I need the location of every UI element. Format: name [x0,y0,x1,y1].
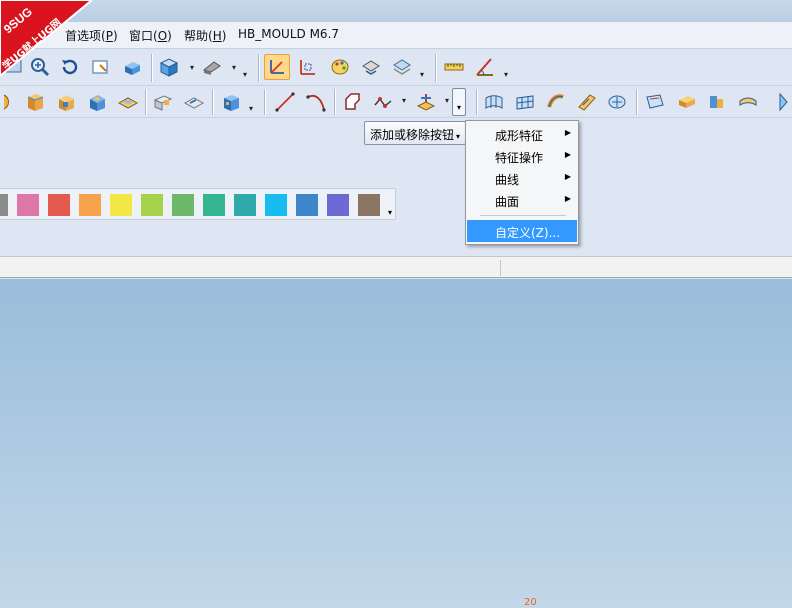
chevron-right-icon: ▶ [564,128,571,137]
toolbar-separator [636,89,637,115]
render-style-icon[interactable] [156,54,182,80]
extension-icon[interactable] [704,89,730,115]
csys-icon[interactable] [264,54,290,80]
chevron-down-icon: ▾ [456,132,461,141]
color-swatch[interactable] [327,194,349,216]
toolbar-submenu: 成形特征 ▶ 特征操作 ▶ 曲线 ▶ 曲面 ▶ 自定义(Z)... [465,120,579,245]
sew-icon[interactable] [770,89,792,115]
color-swatch[interactable] [48,194,70,216]
menu-help[interactable]: 帮助(H) [184,27,226,44]
color-swatch[interactable] [79,194,101,216]
shaded-box-icon[interactable] [119,54,145,80]
graphics-label: 20 [524,597,537,608]
submenu-item-customize[interactable]: 自定义(Z)... [467,220,577,242]
boss-icon[interactable] [115,89,141,115]
offset-surface-icon[interactable] [642,89,668,115]
n-sided-surface-icon[interactable] [604,89,630,115]
color-swatch[interactable] [234,194,256,216]
graphics-window[interactable] [0,279,792,608]
point-icon[interactable] [370,89,396,115]
toolbar-overflow-icon[interactable]: ▾ [504,70,512,79]
color-swatch[interactable] [358,194,380,216]
color-swatch[interactable] [141,194,163,216]
color-swatch[interactable] [203,194,225,216]
color-swatch[interactable] [296,194,318,216]
submenu-item-surface[interactable]: 曲面 ▶ [467,189,577,211]
submenu-item-feature-operation[interactable]: 特征操作 ▶ [467,145,577,167]
toolbar-overflow-icon[interactable]: ▾ [249,104,257,113]
thicken-icon[interactable] [674,89,700,115]
toolbar-options-button[interactable]: ▾ [452,88,466,116]
background-icon[interactable] [199,54,225,80]
toolbar-separator [151,54,152,82]
wcs-icon[interactable] [295,54,321,80]
add-remove-buttons-button[interactable]: 添加或移除按钮 ▾ [364,121,466,145]
submenu-separator [480,215,566,216]
menu-window[interactable]: 窗口(O) [129,27,172,44]
measure-distance-icon[interactable] [441,54,467,80]
sketch-icon[interactable] [340,89,366,115]
toolbar-overflow-icon[interactable]: ▾ [243,70,251,79]
toolbar-separator [334,89,335,115]
modeling-toolbar: ▾ ▾ ▾ [0,86,792,118]
chevron-right-icon: ▶ [564,194,571,203]
color-swatch[interactable] [17,194,39,216]
toolbar-separator [476,89,477,115]
toolbar-separator [264,89,265,115]
pad-icon[interactable] [150,89,176,115]
measure-angle-icon[interactable] [472,54,498,80]
ruled-icon[interactable] [574,89,600,115]
submenu-item-form-feature[interactable]: 成形特征 ▶ [467,123,577,145]
watermark-logo: 9SUG 学UG就上UG网 [0,0,92,76]
bridge-surface-icon[interactable] [735,89,761,115]
chevron-right-icon: ▶ [564,150,571,159]
toolbar-separator [435,54,436,82]
menu-hb-mould[interactable]: HB_MOULD M6.7 [238,27,339,41]
status-bar [0,256,792,278]
slot-icon[interactable] [181,89,207,115]
hole-icon[interactable] [84,89,110,115]
through-curves-icon[interactable] [481,89,507,115]
move-layer-icon[interactable] [389,54,415,80]
standard-toolbar: ▾ ▾ ▾ ▾ ▾ [0,50,792,86]
toolbar-separator [258,54,259,82]
color-palette: ▾ [0,188,396,220]
chevron-down-icon[interactable]: ▾ [190,63,198,72]
extrude-icon[interactable] [22,89,48,115]
status-divider [500,260,501,276]
datum-plane-icon[interactable] [413,89,439,115]
color-swatch[interactable] [265,194,287,216]
swept-icon[interactable] [543,89,569,115]
through-mesh-icon[interactable] [512,89,538,115]
chevron-down-icon[interactable]: ▾ [402,96,410,105]
toolbar-separator [212,89,213,115]
chevron-down-icon[interactable]: ▾ [232,63,240,72]
color-swatch[interactable] [172,194,194,216]
title-bar [0,0,792,22]
toolbar-overflow-icon[interactable]: ▾ [420,70,428,79]
submenu-item-curve[interactable]: 曲线 ▶ [467,167,577,189]
line-icon[interactable] [272,89,298,115]
color-swatch[interactable] [0,194,8,216]
chevron-right-icon: ▶ [564,172,571,181]
layer-icon[interactable] [358,54,384,80]
toolbar-separator [145,89,146,115]
palette-icon[interactable] [327,54,353,80]
revolve-icon[interactable] [0,89,20,115]
color-swatch[interactable] [110,194,132,216]
block-icon[interactable] [53,89,79,115]
menu-bar: 首选项(P) 窗口(O) 帮助(H) HB_MOULD M6.7 [0,22,792,49]
toolbar-overflow-icon[interactable]: ▾ [388,208,392,217]
arc-icon[interactable] [303,89,329,115]
pattern-icon[interactable] [218,89,244,115]
